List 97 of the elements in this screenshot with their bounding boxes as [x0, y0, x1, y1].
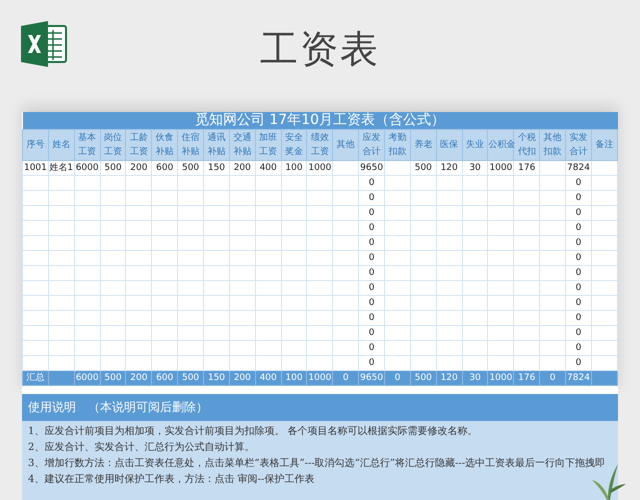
column-header: 住宿 补贴	[178, 130, 204, 160]
total-cell: 176	[514, 370, 540, 386]
table-cell: 0	[358, 280, 385, 296]
total-cell: 100	[281, 370, 307, 386]
total-cell: 1000	[306, 370, 333, 386]
table-cell: 30	[462, 160, 488, 176]
table-cell: 500	[178, 160, 204, 176]
table-cell: 0	[566, 190, 592, 206]
table-cell: 500	[100, 160, 126, 176]
column-header: 基本 工资	[74, 130, 100, 160]
table-cell: 0	[566, 356, 592, 370]
total-cell: 500	[178, 370, 204, 386]
total-cell: 200	[229, 370, 256, 386]
table-cell: 1001	[22, 160, 48, 176]
table-cell: 0	[358, 356, 385, 370]
column-header: 岗位 工资	[100, 130, 126, 160]
column-header: 医保	[436, 130, 462, 160]
column-header: 其他 扣款	[540, 130, 566, 160]
table-cell: 0	[358, 220, 385, 236]
total-cell: 1000	[488, 370, 514, 386]
column-header: 考勤 扣款	[384, 130, 410, 160]
table-cell: 0	[358, 340, 385, 356]
column-header: 伙食 补贴	[152, 130, 178, 160]
table-cell: 0	[566, 326, 592, 340]
table-cell: 6000	[74, 160, 100, 176]
table-cell: 200	[229, 160, 256, 176]
table-cell: 150	[204, 160, 230, 176]
table-cell: 0	[566, 176, 592, 190]
total-cell: 9650	[358, 370, 385, 386]
total-cell: 150	[204, 370, 230, 386]
column-header: 失业	[462, 130, 488, 160]
table-cell: 0	[566, 266, 592, 280]
sheet-title: 觅知网公司 17年10月工资表（含公式）	[22, 112, 618, 130]
column-header: 工龄 工资	[126, 130, 152, 160]
table-cell: 0	[358, 190, 385, 206]
table-cell: 0	[566, 310, 592, 326]
total-cell: 30	[462, 370, 488, 386]
table-cell: 0	[358, 296, 385, 310]
column-header: 安全 奖金	[281, 130, 307, 160]
table-cell: 1000	[306, 160, 333, 176]
spreadsheet-logo-icon	[20, 20, 68, 68]
table-cell: 0	[358, 206, 385, 220]
table-cell: 200	[126, 160, 152, 176]
table-cell: 0	[566, 280, 592, 296]
table-cell: 0	[566, 250, 592, 266]
table-cell: 600	[152, 160, 178, 176]
column-header: 公积金	[488, 130, 514, 160]
total-cell: 7824	[566, 370, 592, 386]
column-header: 绩效 工资	[306, 130, 333, 160]
table-cell: 500	[410, 160, 436, 176]
instructions-title: 使用说明 （本说明可阅后删除）	[22, 394, 618, 421]
table-cell: 姓名1	[48, 160, 74, 176]
total-cell: 0	[540, 370, 566, 386]
table-cell: 0	[566, 206, 592, 220]
table-cell: 0	[358, 176, 385, 190]
total-cell: 0	[332, 370, 359, 386]
table-cell: 0	[358, 236, 385, 250]
total-label: 汇总	[22, 370, 48, 386]
total-cell: 500	[100, 370, 126, 386]
column-header: 通讯 补贴	[204, 130, 230, 160]
total-cell: 600	[152, 370, 178, 386]
column-header: 应发 合计	[358, 130, 385, 160]
instruction-line: 2、应发合计、实发合计、汇总行为公式自动计算。	[27, 440, 256, 455]
instruction-line: 3、增加行数方法：点击工资表任意处，点击菜单栏“表格工具”---取消勾选“汇总行”将汇总行隐藏---选中工资表最后一行向下拖拽即	[27, 456, 606, 471]
table-cell: 7824	[566, 160, 592, 176]
page-title: 工资表	[260, 26, 380, 73]
table-cell: 0	[358, 310, 385, 326]
total-cell: 200	[126, 370, 152, 386]
column-header: 序号	[22, 130, 48, 160]
column-header: 姓名	[48, 130, 74, 160]
column-header: 加班 工资	[255, 130, 282, 160]
table-cell: 176	[514, 160, 540, 176]
table-cell: 0	[358, 326, 385, 340]
column-header: 交通 补贴	[229, 130, 256, 160]
column-header: 实发 合计	[566, 130, 592, 160]
instruction-line: 4、建议在正常使用时保护工作表，方法：点击 审阅--保护工作表	[27, 472, 316, 487]
table-cell: 1000	[488, 160, 514, 176]
table-cell: 100	[281, 160, 307, 176]
total-cell: 120	[436, 370, 462, 386]
table-cell: 0	[358, 266, 385, 280]
column-header: 养老	[410, 130, 436, 160]
table-cell: 0	[566, 296, 592, 310]
table-cell: 0	[566, 340, 592, 356]
total-cell: 6000	[74, 370, 100, 386]
total-cell: 400	[255, 370, 282, 386]
instruction-line: 1、应发合计前项目为相加项，实发合计前项目为扣除项。 各个项目名称可以根据实际需要修改名称。	[27, 424, 479, 439]
table-cell: 0	[566, 236, 592, 250]
table-cell: 0	[566, 220, 592, 236]
table-cell: 120	[436, 160, 462, 176]
table-cell: 0	[358, 250, 385, 266]
column-header: 个税 代扣	[514, 130, 540, 160]
column-header: 备注	[591, 130, 618, 160]
total-cell: 0	[384, 370, 410, 386]
column-header: 其他	[332, 130, 359, 160]
table-cell: 9650	[358, 160, 385, 176]
table-cell: 400	[255, 160, 282, 176]
total-cell: 500	[410, 370, 436, 386]
